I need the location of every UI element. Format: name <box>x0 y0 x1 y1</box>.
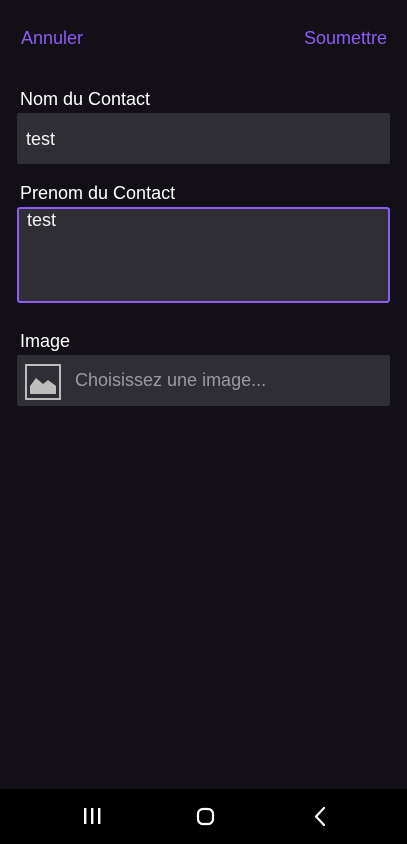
screen: Annuler Soumettre Nom du Contact test Pr… <box>0 0 407 844</box>
recents-button[interactable] <box>62 789 122 844</box>
home-icon <box>196 807 215 826</box>
last-name-field[interactable]: test <box>17 113 390 164</box>
last-name-value: test <box>26 129 56 149</box>
first-name-label: Prenom du Contact <box>20 183 176 203</box>
last-name-label: Nom du Contact <box>20 89 151 109</box>
cancel-button[interactable]: Annuler <box>21 28 83 49</box>
first-name-field[interactable]: test <box>17 207 390 303</box>
back-icon <box>314 806 326 827</box>
image-picker[interactable]: Choisissez une image... <box>17 355 390 406</box>
back-button[interactable] <box>290 789 350 844</box>
navigation-bar <box>0 789 407 844</box>
first-name-value: test <box>27 210 57 230</box>
top-bar: Annuler Soumettre <box>0 0 407 78</box>
image-icon <box>25 364 61 400</box>
recents-icon <box>84 808 101 824</box>
image-label: Image <box>20 331 71 351</box>
submit-button[interactable]: Soumettre <box>304 28 387 49</box>
home-button[interactable] <box>176 789 236 844</box>
image-placeholder: Choisissez une image... <box>75 370 267 390</box>
